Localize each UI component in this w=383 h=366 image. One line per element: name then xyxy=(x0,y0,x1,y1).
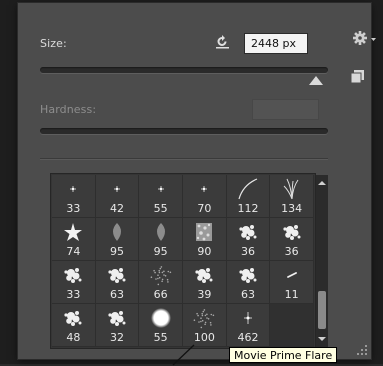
brush-preset-size: 42 xyxy=(109,202,124,215)
brush-preset-size: 11 xyxy=(284,288,299,301)
brush-tip-dash-icon xyxy=(270,263,313,287)
brush-preset-tile[interactable]: 462 xyxy=(226,304,271,347)
brush-preset-tile[interactable]: 33 xyxy=(52,175,96,218)
size-input[interactable]: 2448 px xyxy=(244,33,308,54)
brush-preset-size: 100 xyxy=(193,331,215,344)
brush-tip-star-icon xyxy=(52,220,95,244)
brush-preset-size: 112 xyxy=(237,202,259,215)
brush-tip-flare-icon xyxy=(227,306,270,330)
divider xyxy=(40,158,328,159)
resize-grip-icon[interactable] xyxy=(355,343,369,357)
brush-tip-spray-icon xyxy=(139,263,182,287)
scroll-down-arrow-icon[interactable] xyxy=(318,337,326,341)
hardness-slider xyxy=(40,128,328,134)
brush-tip-splat-icon xyxy=(227,263,270,287)
hardness-label: Hardness: xyxy=(40,103,97,116)
brush-preset-tile[interactable]: 74 xyxy=(52,218,96,261)
brush-preset-size: 66 xyxy=(153,288,168,301)
brush-preset-size: 32 xyxy=(109,331,124,344)
scroll-thumb[interactable] xyxy=(318,291,326,329)
brush-tip-splat-icon xyxy=(96,306,139,330)
brush-preset-tile[interactable]: 112 xyxy=(226,175,271,218)
brush-preset-tile[interactable]: 55 xyxy=(139,175,183,218)
preset-tooltip: Movie Prime Flare xyxy=(229,347,338,363)
gear-menu-icon[interactable] xyxy=(352,29,378,49)
brush-tip-star-small-icon xyxy=(139,177,182,201)
brush-preset-size: 63 xyxy=(240,288,255,301)
mouse-pointer-icon xyxy=(172,344,195,366)
scroll-up-arrow-icon[interactable] xyxy=(318,181,326,185)
brush-preset-tile[interactable]: 63 xyxy=(95,261,140,304)
brush-tip-splat-icon xyxy=(227,220,270,244)
brush-tip-soft-round-icon xyxy=(139,306,182,330)
brush-preset-tile[interactable]: 32 xyxy=(95,304,140,347)
brush-tip-leaf-icon xyxy=(96,220,139,244)
brush-tip-splat-icon xyxy=(183,263,226,287)
brush-preset-tile[interactable]: 66 xyxy=(139,261,183,304)
brush-preset-grid: 33 42 55 70 112 134 74 95 95 90 36 36 33 63 66 39 63 11 48… xyxy=(52,175,314,347)
brush-preset-size: 90 xyxy=(197,245,212,258)
brush-tip-star-small-icon xyxy=(183,177,226,201)
brush-picker-panel: Size: 2448 px Hardness: 33 42 55 70 112 134 74… xyxy=(18,3,376,359)
size-label: Size: xyxy=(40,37,67,50)
brush-tip-spray-icon xyxy=(183,306,226,330)
brush-preset-tile[interactable]: 48 xyxy=(52,304,96,347)
brush-preset-size: 55 xyxy=(153,331,168,344)
brush-tip-splat-icon xyxy=(52,263,95,287)
brush-tip-splat-icon xyxy=(96,263,139,287)
brush-tip-splat-icon xyxy=(270,220,313,244)
brush-preset-tile[interactable]: 11 xyxy=(270,261,314,304)
brush-preset-tile[interactable]: 36 xyxy=(226,218,271,261)
brush-preset-size: 70 xyxy=(197,202,212,215)
brush-preset-tile[interactable]: 90 xyxy=(183,218,227,261)
brush-preset-size: 33 xyxy=(66,202,81,215)
brush-preset-size: 39 xyxy=(197,288,212,301)
brush-preset-size: 33 xyxy=(66,288,81,301)
brush-preset-tile[interactable]: 55 xyxy=(139,304,183,347)
brush-preset-tile[interactable]: 70 xyxy=(183,175,227,218)
brush-tip-splat-icon xyxy=(52,306,95,330)
brush-preset-size: 74 xyxy=(66,245,81,258)
size-slider-thumb[interactable] xyxy=(309,76,324,85)
brush-preset-tile[interactable]: 63 xyxy=(226,261,271,304)
brush-preset-tile[interactable]: 36 xyxy=(270,218,314,261)
brush-tip-star-small-icon xyxy=(96,177,139,201)
reset-size-icon[interactable] xyxy=(214,33,231,50)
brush-preset-tile[interactable]: 134 xyxy=(270,175,314,218)
brush-preset-size: 462 xyxy=(237,331,259,344)
brush-tip-leaf-icon xyxy=(139,220,182,244)
brush-preset-tile[interactable]: 95 xyxy=(139,218,183,261)
brush-tip-grass-icon xyxy=(270,177,313,201)
brush-preset-size: 36 xyxy=(240,245,255,258)
brush-preset-tile[interactable]: 42 xyxy=(95,175,140,218)
hardness-input xyxy=(252,99,319,120)
size-slider[interactable] xyxy=(40,67,328,73)
brush-preset-tile[interactable]: 33 xyxy=(52,261,96,304)
brush-preset-size: 48 xyxy=(66,331,81,344)
brush-preset-tile[interactable]: 39 xyxy=(183,261,227,304)
brush-preset-tile[interactable]: 100 xyxy=(183,304,227,347)
brush-preset-size: 36 xyxy=(284,245,299,258)
brush-tip-texture-icon xyxy=(183,220,226,244)
brush-preset-size: 95 xyxy=(109,245,124,258)
brush-preset-size: 63 xyxy=(109,288,124,301)
brush-tip-streak-icon xyxy=(227,177,270,201)
brush-preset-size: 95 xyxy=(153,245,168,258)
brush-preset-size: 55 xyxy=(153,202,168,215)
empty-preset-slot xyxy=(270,304,314,347)
brush-preset-size: 134 xyxy=(281,202,303,215)
new-preset-icon[interactable] xyxy=(351,70,364,83)
preset-scrollbar[interactable] xyxy=(316,175,328,347)
brush-tip-star-small-icon xyxy=(52,177,95,201)
brush-preset-tile[interactable]: 95 xyxy=(95,218,140,261)
